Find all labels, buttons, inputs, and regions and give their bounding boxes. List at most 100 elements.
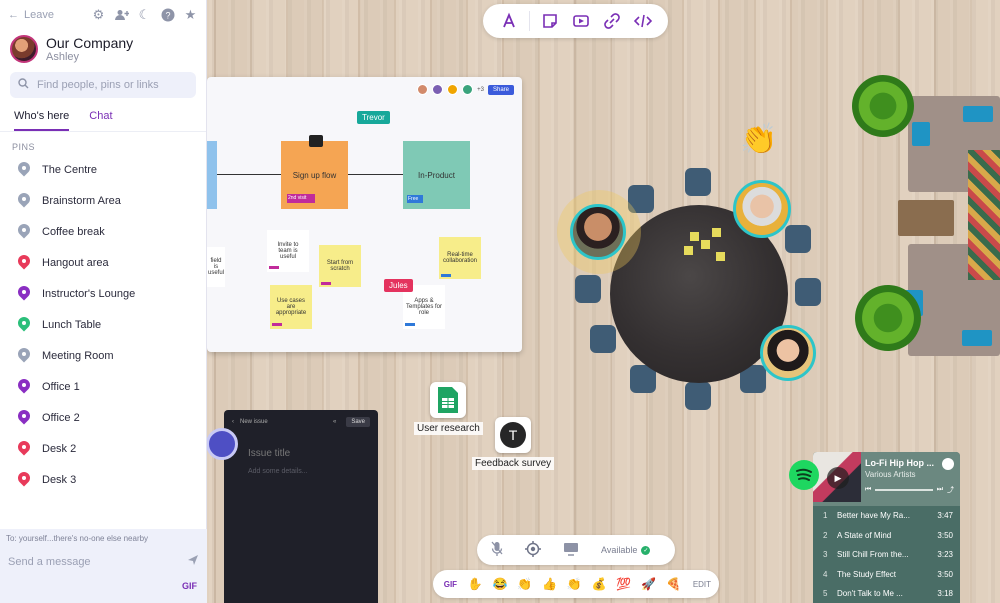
pin-item-the-centre[interactable]: The Centre (0, 154, 206, 185)
cursor-trevor: Trevor (357, 111, 390, 124)
pin-item-hangout-area[interactable]: Hangout area (0, 247, 206, 278)
sidebar-actions: ⚙ ☾ ? ★ (91, 7, 198, 23)
clap-emoji-button-2[interactable]: 👏 (565, 577, 584, 591)
share-button[interactable]: Share (487, 84, 514, 95)
next-icon[interactable]: ⏭ (937, 486, 943, 494)
send-icon[interactable] (187, 553, 199, 571)
track-row[interactable]: 3 Still Chill From the... 3:23 (813, 545, 960, 565)
coffee-table (898, 200, 954, 236)
org-header[interactable]: Our Company Ashley (0, 30, 206, 68)
leave-button[interactable]: ← Leave (8, 9, 81, 21)
pin-dot (22, 475, 26, 480)
new-issue-panel[interactable]: ‹ New issue « Save Issue title Add some … (224, 410, 378, 603)
avatar-older-woman[interactable] (733, 180, 791, 238)
track-duration: 3:18 (937, 589, 953, 599)
pin-item-brainstorm-area[interactable]: Brainstorm Area (0, 185, 206, 216)
star-icon[interactable]: ★ (183, 7, 198, 23)
raised-hand-emoji-button[interactable]: ✋ (466, 577, 485, 591)
track-number: 2 (823, 530, 828, 540)
spotify-app-icon[interactable] (789, 460, 819, 490)
edit-reactions-button[interactable]: EDIT (693, 580, 711, 589)
leave-label: Leave (24, 9, 54, 21)
map-pin-icon (15, 252, 33, 271)
gear-icon[interactable]: ⚙ (91, 7, 106, 23)
track-row[interactable]: 5 Don't Talk to Me ... 3:18 (813, 584, 960, 603)
play-icon[interactable]: ▶ (827, 467, 849, 489)
track-row[interactable]: 4 The Study Effect 3:50 (813, 565, 960, 585)
clap-emoji-button[interactable]: 👏 (515, 577, 534, 591)
tab-chat[interactable]: Chat (89, 110, 112, 131)
pin-label: Office 1 (42, 380, 80, 393)
track-title: The Study Effect (837, 569, 896, 579)
issue-details-input[interactable]: Add some details... (224, 459, 378, 475)
money-bag-emoji-button[interactable]: 💰 (590, 577, 609, 591)
pin-item-desk-2[interactable]: Desk 2 (0, 433, 206, 464)
pin-label: Desk 3 (42, 473, 77, 486)
pin-label: Hangout area (42, 256, 109, 269)
avatar-woman[interactable] (760, 325, 816, 381)
note-realtime[interactable]: Real-time collaboration (439, 237, 481, 279)
moon-icon[interactable]: ☾ (137, 7, 152, 23)
linear-app-icon[interactable] (206, 428, 238, 460)
search-input[interactable] (37, 79, 187, 91)
thumbs-up-emoji-button[interactable]: 👍 (540, 577, 559, 591)
sidebar: ← Leave ⚙ ☾ ? ★ Our Company Ashley Who's… (0, 0, 207, 603)
note-tag (405, 323, 415, 326)
track-title: Still Chill From the... (837, 550, 909, 560)
share-icon[interactable]: ⤴ (947, 485, 954, 495)
sticky-note-icon[interactable] (539, 10, 561, 32)
location-icon[interactable] (525, 540, 541, 560)
pin-item-office-2[interactable]: Office 2 (0, 402, 206, 433)
pin-label: The Centre (42, 163, 98, 176)
message-input[interactable] (8, 556, 187, 568)
microphone-icon[interactable] (491, 541, 503, 560)
back-icon[interactable]: ‹ (232, 419, 234, 425)
note-field[interactable]: field is useful (207, 247, 225, 287)
issue-title-input[interactable]: Issue title (224, 434, 378, 459)
rocket-emoji-button[interactable]: 🚀 (639, 577, 658, 591)
pin-item-instructors-lounge[interactable]: Instructor's Lounge (0, 278, 206, 309)
link-icon[interactable] (601, 10, 623, 32)
track-row[interactable]: 2 A State of Mind 3:50 (813, 526, 960, 546)
note-text: In-Product (418, 170, 455, 180)
pin-item-office-1[interactable]: Office 1 (0, 371, 206, 402)
add-user-icon[interactable] (114, 8, 129, 23)
map-pin-icon (15, 314, 33, 333)
track-number: 1 (823, 511, 828, 521)
pin-item-desk-3[interactable]: Desk 3 (0, 464, 206, 495)
pin-item-meeting-room[interactable]: Meeting Room (0, 340, 206, 371)
note-start[interactable]: Start from scratch (319, 245, 361, 287)
expand-icon[interactable]: « (333, 419, 336, 425)
map-pin-icon (15, 283, 33, 302)
previous-icon[interactable]: ⏮ (865, 486, 871, 494)
save-button[interactable]: Save (346, 417, 370, 427)
message-bar: To: yourself...there's no-one else nearb… (0, 529, 207, 603)
laughing-emoji-button[interactable]: 😂 (491, 577, 510, 591)
user-name: Ashley (46, 51, 80, 63)
typeform-app[interactable]: T Feedback survey (472, 417, 555, 470)
chair (590, 325, 616, 353)
gif-button[interactable]: GIF (182, 581, 197, 591)
screen-share-icon[interactable] (563, 542, 579, 559)
hundred-emoji-button[interactable]: 💯 (614, 577, 633, 591)
progress-bar[interactable] (875, 489, 933, 491)
cushion (962, 330, 992, 346)
pin-item-lunch-table[interactable]: Lunch Table (0, 309, 206, 340)
comment-icon[interactable] (309, 135, 323, 147)
spotify-player[interactable]: ▶ Lo-Fi Hip Hop ... Various Artists ⏮ ⏭ … (813, 452, 960, 603)
track-title: Don't Talk to Me ... (837, 589, 903, 599)
pin-item-coffee-break[interactable]: Coffee break (0, 216, 206, 247)
embed-code-icon[interactable] (632, 10, 654, 32)
sidebar-tabs: Who's here Chat (0, 110, 206, 132)
avatar-man[interactable] (570, 204, 626, 260)
availability-status[interactable]: Available ✓ (601, 545, 651, 555)
track-row[interactable]: 1 Better have My Ra... 3:47 (813, 506, 960, 526)
pizza-emoji-button[interactable]: 🍕 (664, 577, 683, 591)
draw-tool-icon[interactable] (498, 10, 520, 32)
video-icon[interactable] (570, 10, 592, 32)
help-icon[interactable]: ? (160, 8, 175, 23)
whiteboard-embed[interactable]: +3 Share Sign up flow 2nd visit In-Produ… (207, 77, 522, 352)
tab-whos-here[interactable]: Who's here (14, 110, 70, 131)
gif-button[interactable]: GIF (441, 580, 460, 589)
chair (685, 168, 711, 196)
